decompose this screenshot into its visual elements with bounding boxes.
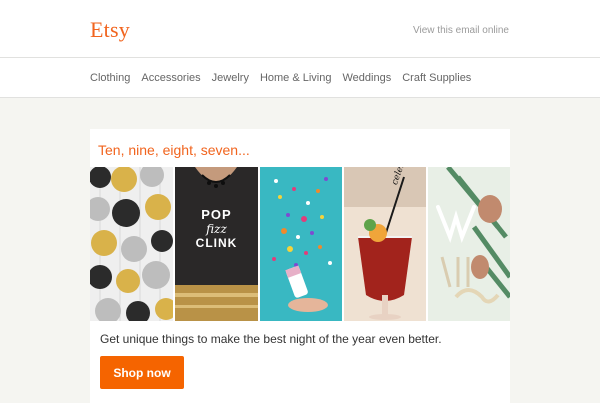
nav-item-accessories[interactable]: Accessories [141, 72, 200, 84]
view-online-link[interactable]: View this email online [413, 25, 509, 36]
shirt-text-pop: POP [201, 207, 232, 222]
promo-description: Get unique things to make the best night… [100, 332, 442, 346]
promo-card: Ten, nine, eight, seven... POP fizz CLIN… [90, 129, 510, 403]
shop-now-button[interactable]: Shop now [100, 356, 184, 389]
nav-item-jewelry[interactable]: Jewelry [212, 72, 249, 84]
shirt-text-clink: CLINK [195, 236, 238, 250]
category-nav: Clothing Accessories Jewelry Home & Livi… [0, 58, 600, 98]
cocktail-stirrer-image[interactable]: celebrate [344, 167, 426, 321]
cake-topper-graphic [428, 167, 510, 321]
shirt-text-fizz: fizz [206, 222, 227, 236]
nav-item-weddings[interactable]: Weddings [343, 72, 392, 84]
confetti-graphic [260, 167, 342, 321]
cake-topper-letters-image[interactable] [428, 167, 510, 321]
garland-graphic [90, 167, 173, 321]
cocktail-graphic [344, 167, 426, 321]
promo-headline: Ten, nine, eight, seven... [98, 142, 250, 158]
pop-fizz-clink-tshirt-image[interactable]: POP fizz CLINK [175, 167, 258, 321]
etsy-logo[interactable]: Etsy [90, 17, 130, 43]
nav-item-craft-supplies[interactable]: Craft Supplies [402, 72, 471, 84]
nav-item-clothing[interactable]: Clothing [90, 72, 130, 84]
nav-item-home-living[interactable]: Home & Living [260, 72, 332, 84]
photo-strip: POP fizz CLINK [90, 167, 510, 321]
shirt-print: POP fizz CLINK [175, 207, 258, 251]
confetti-popper-image[interactable] [260, 167, 342, 321]
email-header: Etsy View this email online [0, 0, 600, 58]
paper-circle-garland-image[interactable] [90, 167, 173, 321]
